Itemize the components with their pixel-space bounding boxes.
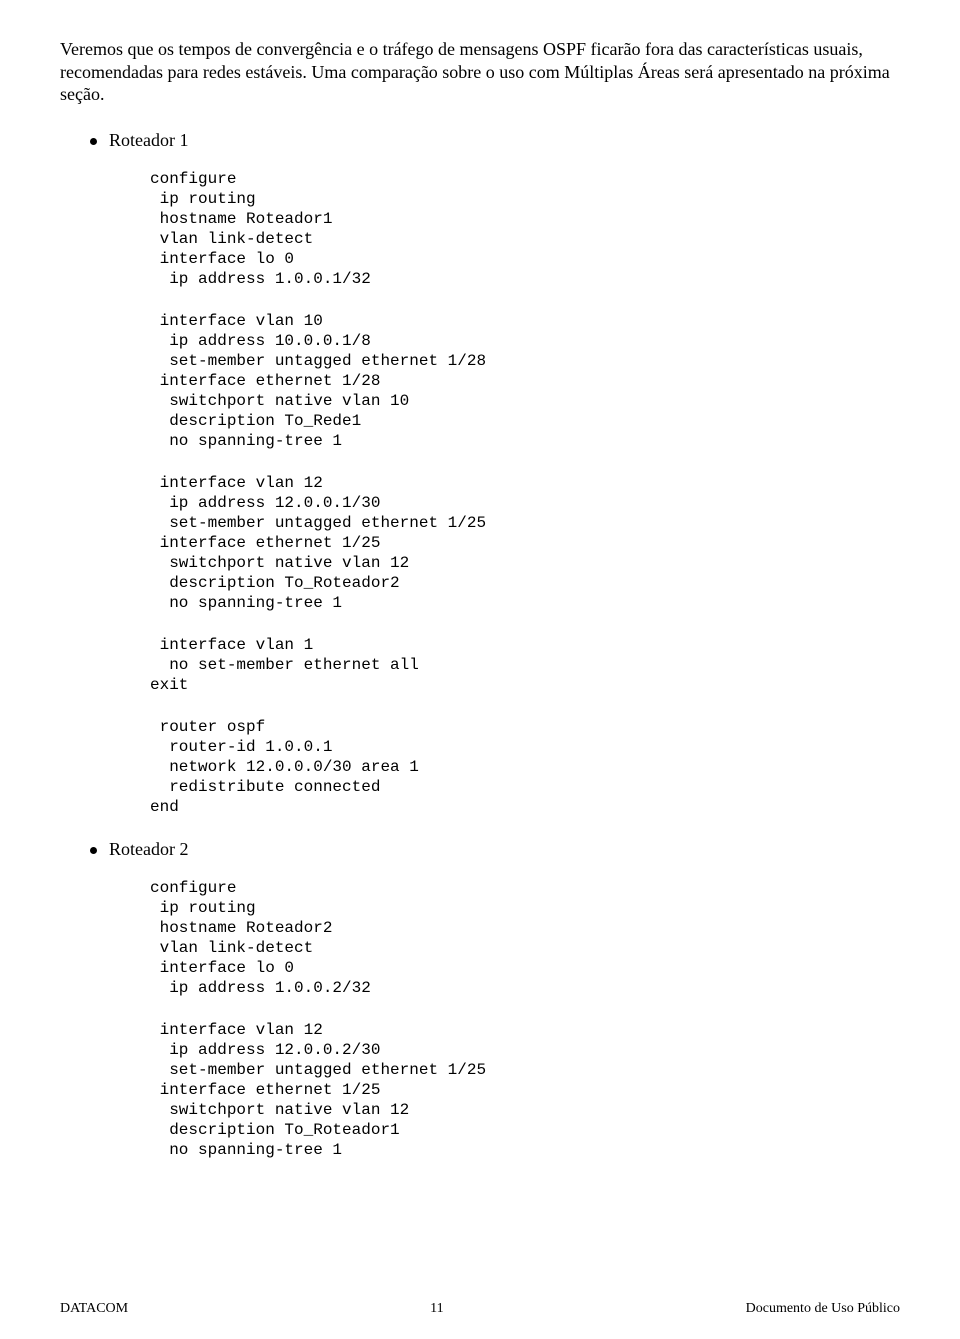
code-r2-block2: interface vlan 12 ip address 12.0.0.2/30… <box>150 1020 900 1160</box>
footer-right: Documento de Uso Público <box>746 1301 900 1317</box>
code-r1-block1: configure ip routing hostname Roteador1 … <box>150 169 900 289</box>
footer-page-number: 11 <box>430 1301 443 1317</box>
footer: DATACOM 11 Documento de Uso Público <box>60 1301 900 1317</box>
code-r1-block5: router ospf router-id 1.0.0.1 network 12… <box>150 717 900 817</box>
bullet-label: Roteador 2 <box>109 839 188 860</box>
footer-left: DATACOM <box>60 1301 128 1317</box>
bullet-icon <box>90 138 97 145</box>
code-r1-block4: interface vlan 1 no set-member ethernet … <box>150 635 900 695</box>
code-r1-block2: interface vlan 10 ip address 10.0.0.1/8 … <box>150 311 900 451</box>
intro-paragraph: Veremos que os tempos de convergência e … <box>60 38 900 106</box>
code-r2-block1: configure ip routing hostname Roteador2 … <box>150 878 900 998</box>
bullet-roteador-1: Roteador 1 <box>90 130 900 151</box>
page: Veremos que os tempos de convergência e … <box>0 0 960 1339</box>
code-r1-block3: interface vlan 12 ip address 12.0.0.1/30… <box>150 473 900 613</box>
bullet-icon <box>90 847 97 854</box>
bullet-label: Roteador 1 <box>109 130 188 151</box>
bullet-roteador-2: Roteador 2 <box>90 839 900 860</box>
